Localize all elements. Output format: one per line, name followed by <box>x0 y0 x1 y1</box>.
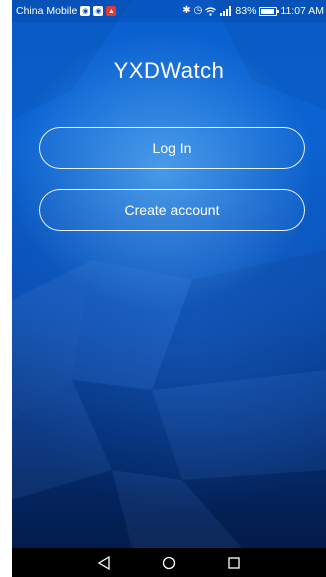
create-account-button[interactable]: Create account <box>39 189 305 231</box>
wifi-icon <box>205 6 217 16</box>
app-title: YXDWatch <box>113 58 225 83</box>
home-icon[interactable] <box>158 552 180 574</box>
notification-app-icon: ◉ <box>93 6 104 16</box>
recents-icon[interactable] <box>223 552 245 574</box>
navigation-bar <box>12 548 326 577</box>
status-bar: China Mobile ◉ ◉ ▲ ✱ ◷ 83% 11:07 AM <box>12 0 326 22</box>
battery-percent: 83% <box>235 5 257 17</box>
bluetooth-icon: ✱ <box>182 5 191 16</box>
back-icon[interactable] <box>93 552 115 574</box>
carrier-label: China Mobile <box>16 5 78 17</box>
notification-app-icon: ◉ <box>80 6 91 16</box>
phone-screen: China Mobile ◉ ◉ ▲ ✱ ◷ 83% 11:07 AM YXDW… <box>12 0 326 577</box>
login-button[interactable]: Log In <box>39 127 305 169</box>
battery-icon <box>259 6 280 16</box>
status-time: 11:07 AM <box>280 5 324 17</box>
alarm-icon: ◷ <box>193 5 203 16</box>
notification-red-icon: ▲ <box>106 6 117 16</box>
signal-4g-icon <box>220 6 232 16</box>
